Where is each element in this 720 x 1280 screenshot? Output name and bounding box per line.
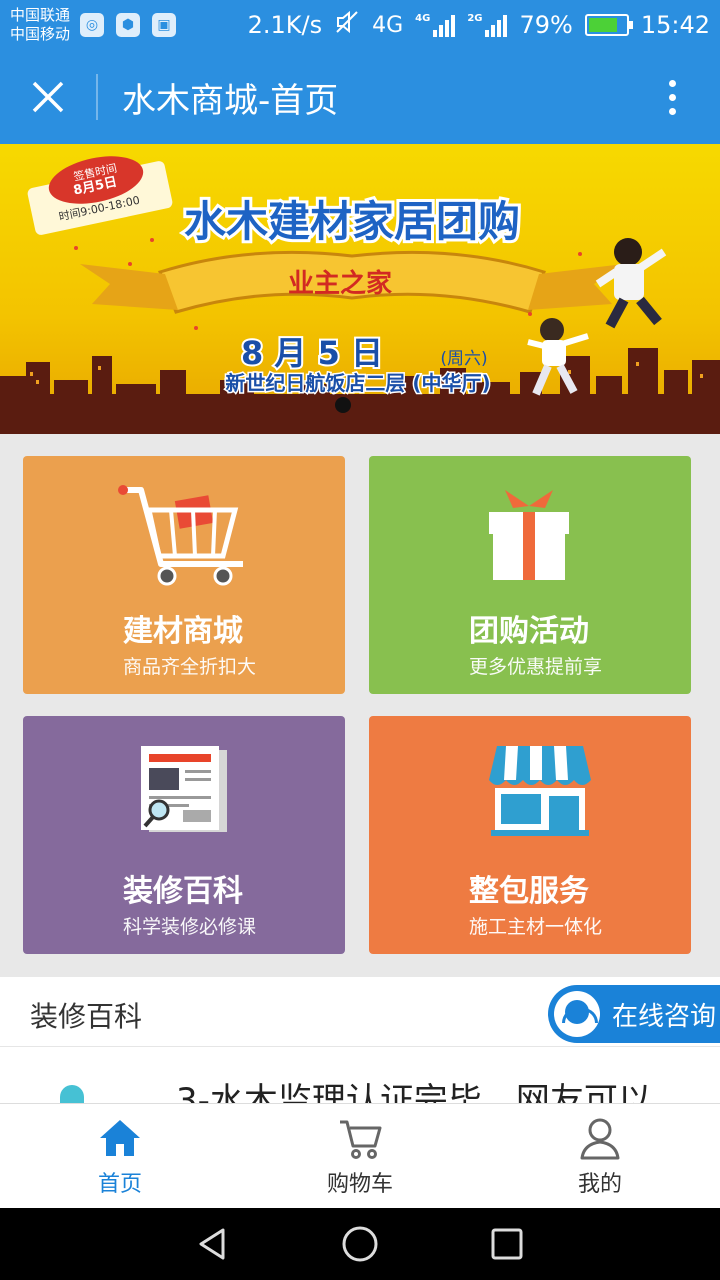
headset-icon [554,991,600,1037]
notification-app-icon: ◎ [80,13,105,37]
carrier-2: 中国移动 [10,25,71,43]
clock: 15:42 [640,11,710,39]
tile-subtitle: 施工主材一体化 [469,916,603,938]
page-title: 水木商城-首页 [122,80,339,121]
banner-ribbon-text: 业主之家 [288,268,392,299]
bottom-nav: 首页 购物车 我的 [0,1103,720,1208]
back-button[interactable] [193,1224,233,1264]
back-triangle-icon [199,1228,225,1260]
battery-icon [584,14,633,36]
carousel-indicator[interactable] [335,397,351,413]
user-icon [580,1118,620,1160]
tile-title: 整包服务 [469,874,589,909]
storefront-icon [489,746,591,836]
battery-fill [588,18,618,32]
home-circle-icon [342,1226,378,1262]
tile-subtitle: 商品齐全折扣大 [123,656,257,678]
article-list-item[interactable]: 3-水木监理认证完毕，网友可以 [0,1047,720,1103]
more-dot [668,79,676,87]
tile-subtitle: 科学装修必修课 [123,916,257,938]
more-dot [668,107,676,115]
home-system-button[interactable] [340,1224,380,1264]
article-title: 3-水木监理认证完毕，网友可以 [176,1081,652,1103]
tile-renovation-wiki[interactable]: 装修百科 科学装修必修课 [23,716,345,954]
signal-2g-label: 2G [467,13,483,24]
battery-percent: 79% [519,11,573,39]
nav-item-home[interactable]: 首页 [0,1104,240,1208]
nav-label: 首页 [97,1172,142,1197]
online-consult-button[interactable]: 在线咨询 [548,985,720,1043]
app-bar-divider [96,74,98,120]
nav-label: 购物车 [326,1172,393,1197]
banner-weekday: (周六) [440,349,487,369]
banner-date: 8 月 5 日 [241,334,383,372]
shopping-cart-icon [118,485,243,586]
close-button[interactable] [0,50,96,144]
carrier-1: 中国联通 [10,6,71,24]
status-right: 2.1K/s 4G 4G 2G 79% 15:42 [248,9,710,41]
carrier-info: 中国联通 中国移动 [10,6,70,44]
more-menu-button[interactable] [624,50,720,144]
banner-artwork: 签售时间 8月5日 时间9:00-18:00 水木建材家居团购 业主之家 8 月… [0,156,720,434]
tile-title: 装修百科 [123,874,243,909]
image-icon: ▣ [152,13,177,37]
banner-venue: 新世纪日航饭店二层 (中华厅) [225,371,490,395]
screen: 中国联通 中国移动 ◎ ⬢ ▣ 2.1K/s 4G 4G 2G 79% 15:4… [0,0,720,1280]
system-nav-bar [0,1208,720,1280]
recents-square-icon [491,1228,523,1260]
tile-subtitle: 更多优惠提前享 [469,656,603,678]
tile-title: 建材商城 [123,614,243,649]
nav-item-profile[interactable]: 我的 [480,1104,720,1208]
app-bar: 水木商城-首页 [0,50,720,144]
tile-group-buy[interactable]: 团购活动 更多优惠提前享 [369,456,691,694]
signal-2g-icon: 2G [467,13,508,37]
home-icon [100,1120,140,1156]
nav-item-cart[interactable]: 购物车 [240,1104,480,1208]
nav-label: 我的 [577,1172,622,1197]
close-icon [32,81,64,113]
tile-package-service[interactable]: 整包服务 施工主材一体化 [369,716,691,954]
article-thumbnail [60,1085,84,1103]
network-type-label: 4G [372,12,404,38]
more-dot [668,93,676,101]
location-icon: ⬢ [116,13,141,37]
status-bar: 中国联通 中国移动 ◎ ⬢ ▣ 2.1K/s 4G 4G 2G 79% 15:4… [0,0,720,50]
signal-4g-label: 4G [415,13,431,24]
section-title: 装修百科 [30,1000,143,1033]
network-speed: 2.1K/s [247,11,323,39]
signal-4g-icon: 4G [415,13,456,37]
banner-headline: 水木建材家居团购 [184,197,520,246]
tile-building-materials[interactable]: 建材商城 商品齐全折扣大 [23,456,345,694]
cart-icon [340,1120,382,1159]
promo-banner[interactable]: 签售时间 8月5日 时间9:00-18:00 水木建材家居团购 业主之家 8 月… [0,144,720,434]
tile-title: 团购活动 [469,614,589,649]
recents-button[interactable] [487,1224,527,1264]
consult-label: 在线咨询 [612,1001,717,1032]
newspaper-icon [141,746,227,832]
gift-icon [489,490,569,580]
mute-icon [334,9,360,41]
